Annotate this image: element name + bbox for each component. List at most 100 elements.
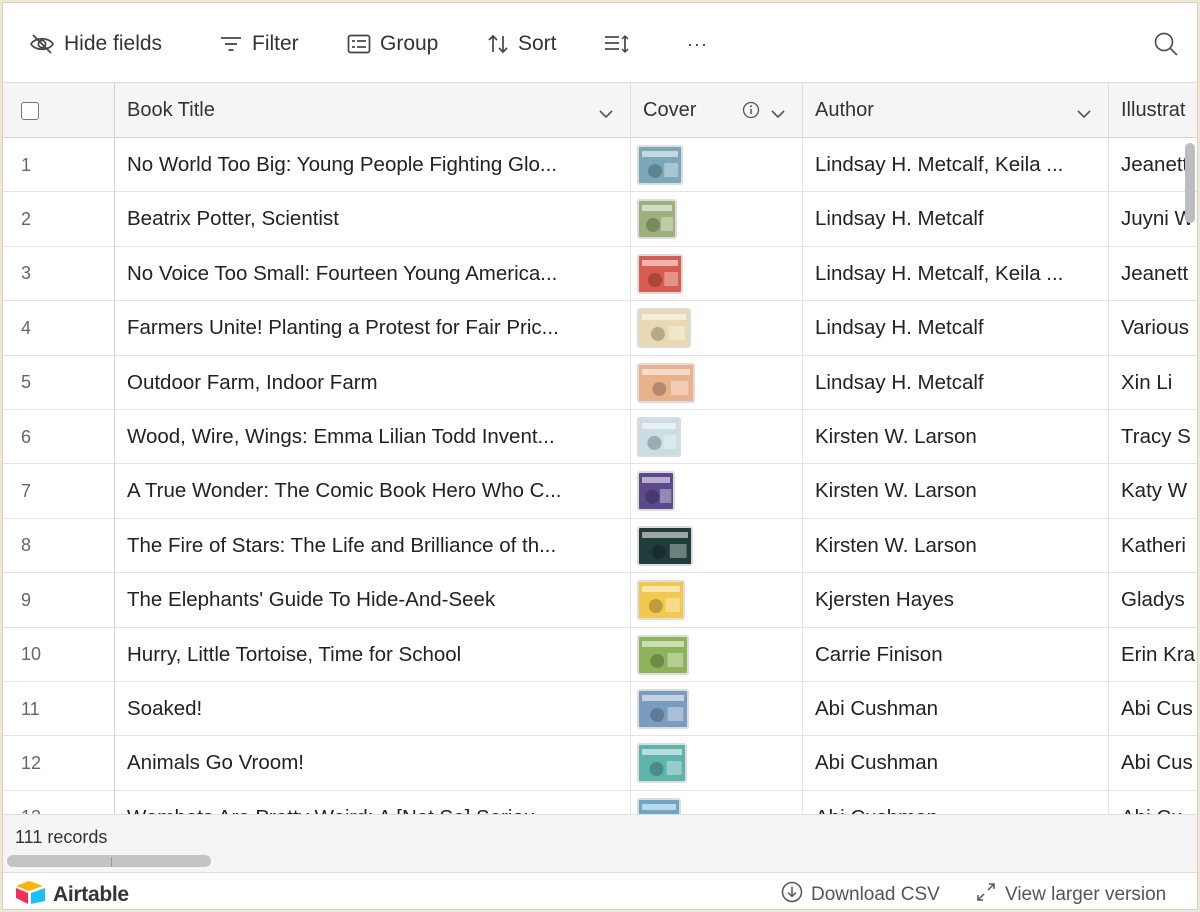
cell-illustrator[interactable]: Katheri [1109, 519, 1197, 573]
column-header-illustrator[interactable]: Illustrat [1109, 83, 1197, 138]
chevron-down-icon[interactable] [598, 103, 614, 126]
cell-book-title[interactable]: Soaked! [115, 682, 631, 736]
cover-thumbnail[interactable] [637, 253, 683, 294]
cell-cover[interactable] [631, 627, 803, 682]
column-header-cover[interactable]: Cover [631, 83, 803, 138]
vertical-scrollbar[interactable] [1185, 143, 1195, 223]
more-options-button[interactable]: ··· [687, 29, 708, 59]
cell-cover[interactable] [631, 246, 803, 301]
column-header-book-title[interactable]: Book Title [115, 83, 631, 138]
cell-illustrator[interactable]: Abi Cu [1109, 791, 1197, 814]
cell-author[interactable]: Kirsten W. Larson [803, 464, 1109, 519]
table-row[interactable]: 12 Animals Go Vroom! Abi Cushman Abi Cus [3, 736, 1197, 791]
group-button[interactable]: Group [347, 29, 438, 59]
cell-cover[interactable] [631, 192, 803, 247]
cell-illustrator[interactable]: Katy W [1109, 464, 1197, 518]
cell-cover[interactable] [631, 138, 803, 192]
sort-icon [487, 33, 509, 55]
cell-book-title[interactable]: Wood, Wire, Wings: Emma Lilian Todd Inve… [115, 410, 631, 464]
airtable-brand-link[interactable]: Airtable [15, 879, 129, 909]
cell-illustrator[interactable]: Abi Cus [1109, 682, 1197, 736]
chevron-down-icon[interactable] [770, 103, 786, 126]
cell-illustrator[interactable]: Jeanett [1109, 247, 1197, 301]
cover-thumbnail[interactable] [637, 145, 683, 185]
table-row[interactable]: 3 No Voice Too Small: Fourteen Young Amer… [3, 246, 1197, 302]
chevron-down-icon[interactable] [1076, 103, 1092, 126]
cover-thumbnail[interactable] [637, 689, 689, 729]
cell-illustrator[interactable]: Gladys [1109, 573, 1197, 627]
cover-thumbnail[interactable] [637, 525, 693, 566]
row-height-button[interactable] [603, 29, 631, 59]
cell-book-title[interactable]: Farmers Unite! Planting a Protest for Fa… [115, 301, 631, 356]
cell-cover[interactable] [631, 682, 803, 736]
cell-book-title[interactable]: Animals Go Vroom! [115, 736, 631, 791]
table-row[interactable]: 8 The Fire of Stars: The Life and Brillia… [3, 518, 1197, 574]
cell-book-title[interactable]: Outdoor Farm, Indoor Farm [115, 355, 631, 410]
cell-book-title[interactable]: The Elephants' Guide To Hide-And-Seek [115, 573, 631, 628]
table-row[interactable]: 4 Farmers Unite! Planting a Protest for F… [3, 301, 1197, 356]
table-row[interactable]: 5 Outdoor Farm, Indoor Farm Lindsay H. Met… [3, 355, 1197, 410]
cover-thumbnail[interactable] [637, 362, 695, 403]
table-row[interactable]: 6 Wood, Wire, Wings: Emma Lilian Todd Inv… [3, 410, 1197, 465]
cell-cover[interactable] [631, 301, 803, 356]
cell-book-title[interactable]: No World Too Big: Young People Fighting … [115, 138, 631, 192]
cell-author[interactable]: Lindsay H. Metcalf, Keila ... [803, 246, 1109, 301]
cover-thumbnail[interactable] [637, 634, 689, 675]
cell-cover[interactable] [631, 790, 803, 814]
cell-author[interactable]: Lindsay H. Metcalf [803, 355, 1109, 410]
filter-button[interactable]: Filter [219, 29, 299, 59]
horizontal-scrollbar[interactable] [7, 855, 211, 867]
table-row[interactable]: 7A True Wonder: The Comic Book Hero Who … [3, 464, 1197, 519]
table-row[interactable]: 13Wombats Are Pretty Weird: A [Not So] S… [3, 790, 1197, 814]
cell-book-title[interactable]: A True Wonder: The Comic Book Hero Who C… [115, 464, 631, 519]
row-number: 10 [3, 627, 115, 682]
cell-author[interactable]: Lindsay H. Metcalf [803, 301, 1109, 356]
table-row[interactable]: 1 No World Too Big: Young People Fighting… [3, 138, 1197, 193]
cover-thumbnail[interactable] [637, 471, 675, 512]
table-row[interactable]: 11 Soaked! Abi Cushman Abi Cus [3, 682, 1197, 737]
cell-author[interactable]: Abi Cushman [803, 682, 1109, 736]
cell-illustrator[interactable]: Abi Cus [1109, 736, 1197, 790]
cover-thumbnail[interactable] [637, 308, 691, 349]
cover-thumbnail[interactable] [637, 580, 685, 621]
cell-book-title[interactable]: Wombats Are Pretty Weird: A [Not So] Ser… [115, 790, 631, 814]
cover-thumbnail[interactable] [637, 199, 677, 240]
table-row[interactable]: 9 The Elephants' Guide To Hide-And-Seek Kj… [3, 573, 1197, 628]
cell-cover[interactable] [631, 573, 803, 628]
cell-cover[interactable] [631, 518, 803, 573]
cell-cover[interactable] [631, 464, 803, 519]
cover-thumbnail[interactable] [637, 797, 681, 814]
cell-author[interactable]: Lindsay H. Metcalf, Keila ... [803, 138, 1109, 192]
cell-author[interactable]: Kirsten W. Larson [803, 518, 1109, 573]
cover-thumbnail[interactable] [637, 743, 687, 784]
row-number: 13 [3, 790, 115, 814]
cell-author[interactable]: Abi Cushman [803, 736, 1109, 791]
table-row[interactable]: 10 Hurry, Little Tortoise, Time for Schoo… [3, 627, 1197, 682]
cell-author[interactable]: Lindsay H. Metcalf [803, 192, 1109, 247]
download-csv-link[interactable]: Download CSV [781, 881, 940, 909]
hide-fields-button[interactable]: Hide fields [29, 29, 162, 59]
cell-illustrator[interactable]: Various [1109, 301, 1197, 355]
cell-book-title[interactable]: The Fire of Stars: The Life and Brillian… [115, 518, 631, 573]
column-header-author[interactable]: Author [803, 83, 1109, 138]
cell-cover[interactable] [631, 410, 803, 464]
table-row[interactable]: 2 Beatrix Potter, Scientist Lindsay H. Met… [3, 192, 1197, 247]
cell-illustrator[interactable]: Tracy S [1109, 410, 1197, 464]
cell-book-title[interactable]: Beatrix Potter, Scientist [115, 192, 631, 247]
search-button[interactable] [1153, 31, 1179, 62]
cell-cover[interactable] [631, 736, 803, 791]
cell-illustrator[interactable]: Erin Kra [1109, 628, 1197, 682]
cell-book-title[interactable]: Hurry, Little Tortoise, Time for School [115, 627, 631, 682]
cell-author[interactable]: Carrie Finison [803, 627, 1109, 682]
cell-cover[interactable] [631, 355, 803, 410]
info-icon[interactable] [742, 101, 760, 125]
cover-thumbnail[interactable] [637, 417, 681, 457]
cell-author[interactable]: Kirsten W. Larson [803, 410, 1109, 464]
cell-book-title[interactable]: No Voice Too Small: Fourteen Young Ameri… [115, 246, 631, 301]
select-all-checkbox[interactable] [21, 102, 39, 120]
cell-author[interactable]: Kjersten Hayes [803, 573, 1109, 628]
cell-author[interactable]: Abi Cushman [803, 790, 1109, 814]
view-larger-link[interactable]: View larger version [975, 881, 1166, 909]
cell-illustrator[interactable]: Xin Li [1109, 356, 1197, 410]
sort-button[interactable]: Sort [487, 29, 557, 59]
